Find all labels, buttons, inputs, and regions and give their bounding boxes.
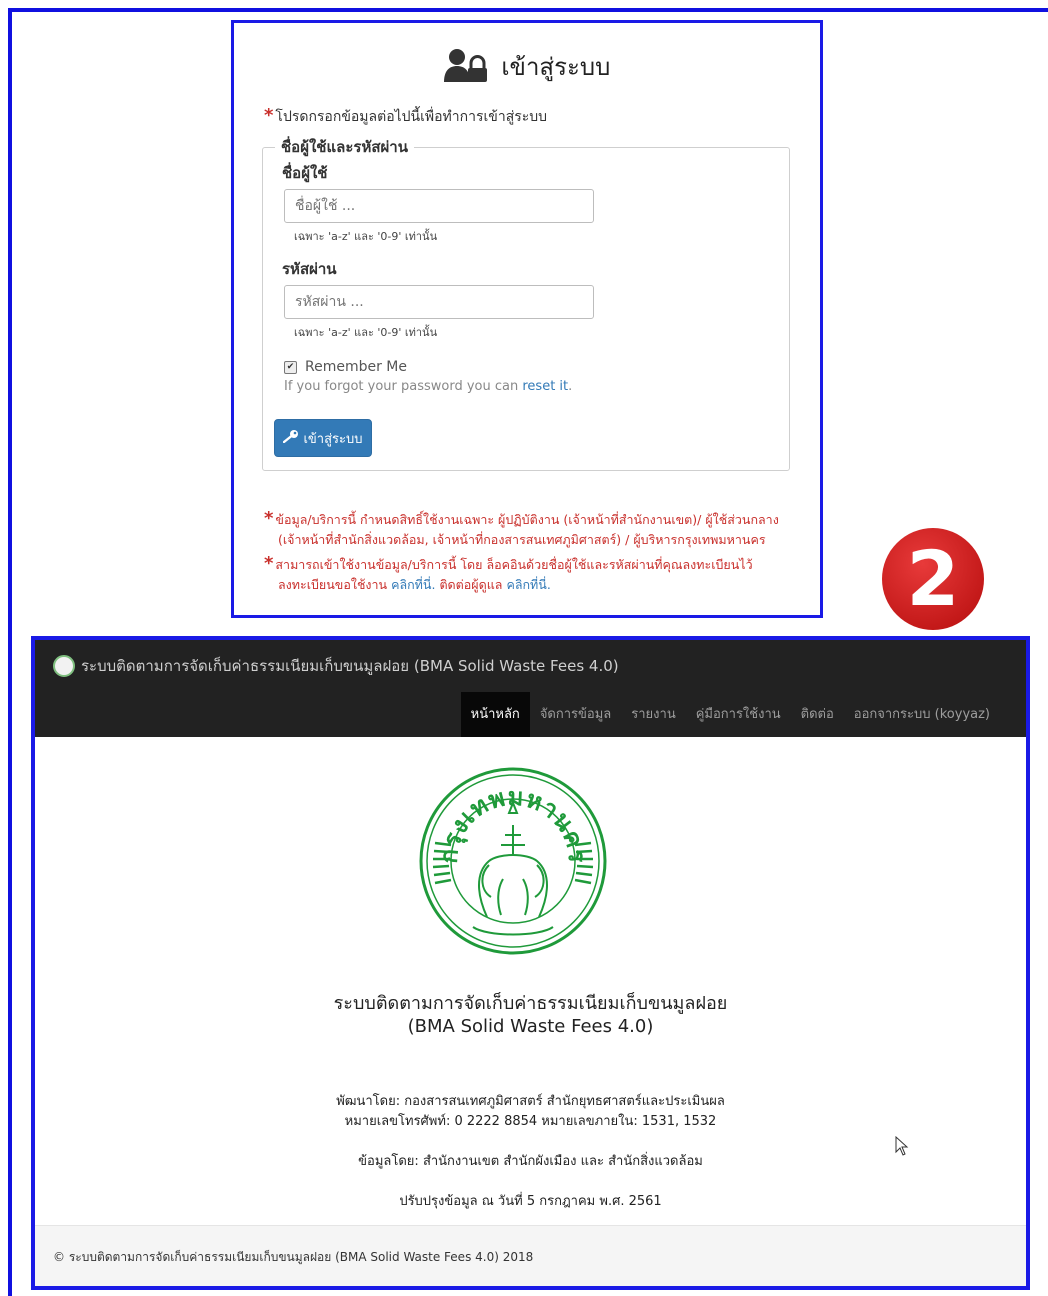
- developer-info: พัฒนาโดย: กองสารสนเทศภูมิศาสตร์ สำนักยุท…: [336, 1094, 725, 1109]
- nav-menu: หน้าหลัก จัดการข้อมูล รายงาน คู่มือการใช…: [460, 692, 1000, 737]
- credentials-legend: ชื่อผู้ใช้และรหัสผ่าน: [281, 138, 408, 156]
- user-lock-icon: [443, 48, 488, 88]
- phone-info: หมายเลขโทรศัพท์: 0 2222 8854 หมายเลขภายใ…: [344, 1114, 717, 1129]
- remember-label: Remember Me: [305, 359, 407, 375]
- data-source-info: ข้อมูลโดย: สำนักงานเขต สำนักผังเมือง และ…: [358, 1154, 703, 1169]
- remember-me[interactable]: ✔ Remember Me: [284, 359, 407, 375]
- nav-logout[interactable]: ออกจากระบบ (koyyaz): [844, 692, 1000, 737]
- nav-reports[interactable]: รายงาน: [621, 692, 685, 737]
- forgot-password-text: If you forgot your password you can rese…: [284, 379, 573, 394]
- password-label: รหัสผ่าน: [282, 260, 337, 278]
- note-how-to-access: * สามารถเข้าใช้งานข้อมูล/บริการนี้ โดย ล็…: [264, 553, 753, 593]
- username-hint: เฉพาะ 'a-z' และ '0-9' เท่านั้น: [294, 230, 438, 243]
- login-button-label: เข้าสู่ระบบ: [303, 431, 363, 447]
- key-icon: [283, 429, 299, 447]
- register-link[interactable]: คลิกที่นี่.: [391, 577, 435, 592]
- contact-admin-link[interactable]: คลิกที่นี่.: [506, 577, 550, 592]
- nav-contact[interactable]: ติดต่อ: [791, 692, 844, 737]
- required-star-icon: *: [264, 105, 274, 126]
- navbar-brand[interactable]: ระบบติดตามการจัดเก็บค่าธรรมเนียมเก็บขนมู…: [53, 654, 619, 678]
- bma-logo-icon: [53, 655, 75, 677]
- username-input[interactable]: [284, 189, 594, 223]
- nav-manual[interactable]: คู่มือการใช้งาน: [686, 692, 791, 737]
- bma-seal-logo: กรุงเทพมหานคร: [417, 765, 609, 961]
- login-notes: * ข้อมูล/บริการนี้ กำหนดสิทธิ์ใช้งานเฉพาะ…: [264, 509, 804, 599]
- dashboard-panel: ระบบติดตามการจัดเก็บค่าธรรมเนียมเก็บขนมู…: [31, 636, 1030, 1290]
- remember-checkbox[interactable]: ✔: [284, 360, 297, 374]
- login-title: เข้าสู่ระบบ: [501, 53, 611, 81]
- login-panel: เข้าสู่ระบบ * โปรดกรอกข้อมูลต่อไปนี้เพื่อ…: [231, 20, 823, 618]
- updated-info: ปรับปรุงข้อมูล ณ วันที่ 5 กรกฎาคม พ.ศ. 2…: [399, 1194, 662, 1209]
- nav-manage-data[interactable]: จัดการข้อมูล: [530, 692, 621, 737]
- nav-home[interactable]: หน้าหลัก: [460, 692, 530, 737]
- footer: © ระบบติดตามการจัดเก็บค่าธรรมเนียมเก็บขน…: [35, 1225, 1026, 1286]
- navbar: ระบบติดตามการจัดเก็บค่าธรรมเนียมเก็บขนมู…: [35, 640, 1026, 737]
- reset-password-link[interactable]: reset it: [522, 379, 568, 394]
- password-hint: เฉพาะ 'a-z' และ '0-9' เท่านั้น: [294, 326, 438, 339]
- password-input[interactable]: [284, 285, 594, 319]
- footer-copyright: © ระบบติดตามการจัดเก็บค่าธรรมเนียมเก็บขน…: [53, 1250, 534, 1264]
- login-button[interactable]: เข้าสู่ระบบ: [274, 419, 372, 457]
- login-header: เข้าสู่ระบบ: [234, 47, 820, 88]
- system-title: ระบบติดตามการจัดเก็บค่าธรรมเนียมเก็บขนมู…: [333, 993, 728, 1014]
- step-number-badge: 2: [882, 528, 984, 630]
- note-access-rights: * ข้อมูล/บริการนี้ กำหนดสิทธิ์ใช้งานเฉพาะ…: [264, 508, 779, 548]
- system-subtitle: (BMA Solid Waste Fees 4.0): [407, 1016, 654, 1037]
- login-notice: * โปรดกรอกข้อมูลต่อไปนี้เพื่อทำการเข้าสู่…: [264, 105, 548, 126]
- brand-text: ระบบติดตามการจัดเก็บค่าธรรมเนียมเก็บขนมู…: [81, 657, 619, 675]
- mouse-pointer-icon: [895, 1135, 909, 1160]
- username-label: ชื่อผู้ใช้: [282, 164, 328, 182]
